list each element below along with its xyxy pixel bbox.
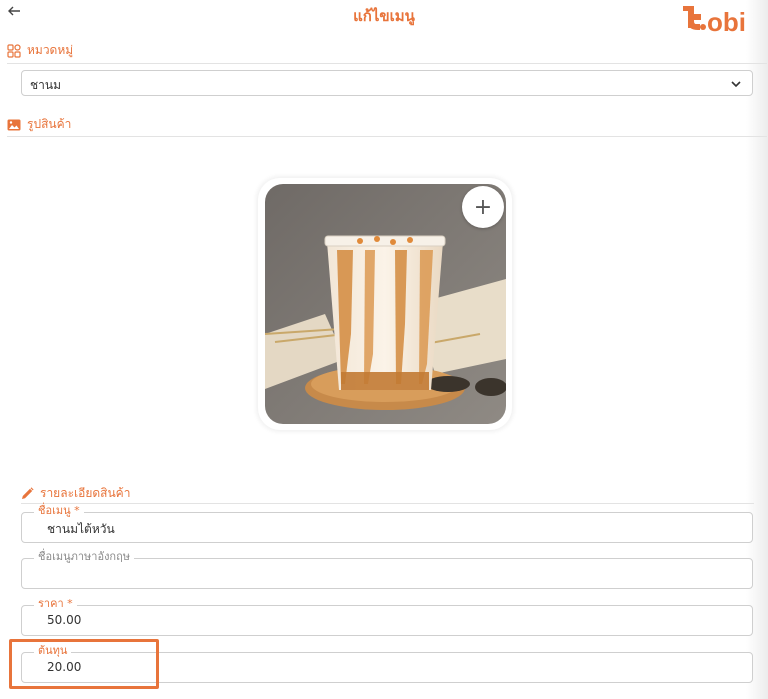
price-value: 50.00 [47, 613, 82, 627]
details-heading-label: รายละเอียดสินค้า [40, 486, 131, 500]
menu-name-value: ชานมไต้หวัน [47, 522, 115, 536]
price-label: ราคา * [34, 597, 77, 611]
divider [7, 63, 767, 64]
add-photo-button[interactable]: + [462, 186, 504, 228]
category-select[interactable]: ชานม [21, 70, 753, 96]
pencil-icon [22, 487, 34, 499]
cost-highlight-box [9, 639, 159, 689]
menu-name-field[interactable]: ชื่อเมนู * ชานมไต้หวัน [21, 504, 753, 543]
image-heading-label: รูปสินค้า [27, 117, 72, 131]
image-section-heading: รูปสินค้า [7, 115, 71, 134]
right-edge-shadow [746, 0, 768, 699]
english-name-label: ชื่อเมนูภาษาอังกฤษ [34, 550, 135, 564]
category-heading-label: หมวดหมู่ [27, 43, 74, 57]
category-section-heading: หมวดหมู่ [7, 41, 73, 60]
category-select-value: ชานม [30, 78, 61, 92]
details-section-heading: รายละเอียดสินค้า [21, 484, 130, 503]
image-icon [7, 119, 21, 130]
grid-icon [7, 43, 21, 58]
chevron-down-icon [731, 81, 741, 88]
english-name-field[interactable]: ชื่อเมนูภาษาอังกฤษ [21, 550, 753, 589]
menu-name-label: ชื่อเมนู * [34, 504, 84, 518]
price-field[interactable]: ราคา * 50.00 [21, 597, 753, 636]
page-title: แก้ไขเมนู [353, 7, 415, 25]
divider [21, 503, 754, 504]
header: แก้ไขเมนู obi [0, 0, 768, 36]
tobi-logo: obi [683, 6, 746, 36]
svg-text:obi: obi [707, 7, 746, 36]
divider [7, 136, 767, 137]
product-image-card: + [258, 178, 512, 430]
